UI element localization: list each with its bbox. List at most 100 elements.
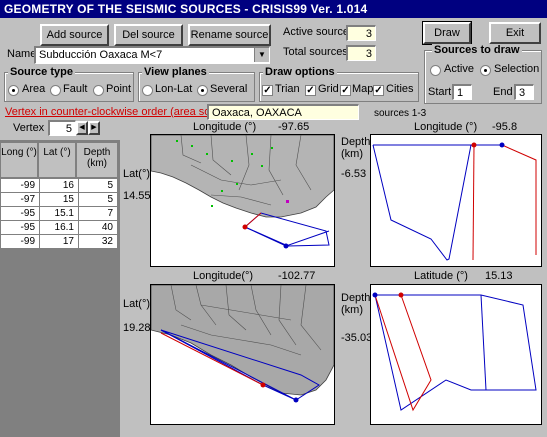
table-row[interactable]: -97 15 5 (0, 192, 118, 207)
depth-view-top-right[interactable] (370, 134, 542, 267)
vertex-label: Vertex (13, 122, 45, 134)
bottom-left-axis-title: Longitude(°) (193, 270, 254, 282)
radio-fault[interactable] (50, 85, 61, 96)
checkbox-grid[interactable]: ✓ (305, 85, 316, 96)
bottom-right-axis-value: 15.13 (485, 270, 513, 282)
cell-lat[interactable]: 17 (39, 234, 79, 249)
cell-lat[interactable]: 15.1 (39, 206, 79, 221)
radio-point[interactable] (93, 85, 104, 96)
radio-active[interactable] (430, 65, 441, 76)
vertex-table: Long (°) Lat (°) Depth (km) -99 16 5 -97 15… (0, 140, 120, 437)
top-left-axis-value: -97.65 (278, 121, 310, 133)
end-label: End (493, 86, 513, 98)
source-name-value: Subducción Oaxaca M<7 (39, 49, 163, 61)
total-sources-label: Total sources (283, 46, 348, 58)
checkbox-cities[interactable]: ✓ (373, 85, 384, 96)
top-left-side-label: Lat(°) (123, 168, 151, 180)
table-row[interactable]: -95 15.1 7 (0, 206, 118, 221)
map-svg-bottom (151, 285, 334, 403)
cell-lat[interactable]: 15 (39, 192, 79, 207)
depth-svg-bottom (372, 292, 537, 412)
vertex-rows: -99 16 5 -97 15 5 -95 15.1 7 -95 16.1 40 -99 17 32 (0, 178, 118, 249)
start-field[interactable]: 1 (452, 84, 472, 100)
depth-view-bottom-right[interactable] (370, 284, 542, 425)
radio-lon-lat-label: Lon-Lat (155, 83, 193, 95)
city-field: Oaxaca, OAXACA (207, 104, 359, 120)
end-field[interactable]: 3 (514, 84, 534, 100)
radio-area-label: Area (22, 83, 46, 95)
bottom-left-side-label: Lat(°) (123, 298, 151, 310)
checkbox-cities-label: Cities (386, 83, 414, 95)
top-left-side-value: 14.55 (123, 190, 151, 202)
cell-long[interactable]: -95 (0, 206, 40, 221)
checkbox-grid-label: Grid (318, 83, 339, 95)
table-row[interactable]: -99 16 5 (0, 178, 118, 193)
bottom-right-side-value: -35.03 (341, 332, 373, 344)
cell-long[interactable]: -97 (0, 192, 40, 207)
top-right-axis-title: Longitude (°) (414, 121, 478, 133)
top-right-side-label: Depth (km) (341, 136, 371, 160)
cell-depth[interactable]: 32 (78, 234, 118, 249)
checkbox-trian[interactable]: ✓ (262, 85, 273, 96)
cell-depth[interactable]: 40 (78, 220, 118, 235)
checkbox-trian-label: Trian (275, 83, 300, 95)
total-sources-field: 3 (346, 45, 376, 61)
source-name-select[interactable]: Subducción Oaxaca M<7 ▼ (34, 46, 270, 64)
draw-button[interactable]: Draw (422, 21, 472, 45)
vertex-next-button[interactable]: ▶ (88, 121, 100, 135)
col-header-long: Long (°) (0, 142, 38, 178)
add-source-button[interactable]: Add source (40, 24, 109, 46)
cell-depth[interactable]: 5 (78, 192, 118, 207)
name-label: Name (7, 48, 37, 60)
active-source-field[interactable]: 3 (346, 25, 376, 41)
sources-to-draw-title: Sources to draw (432, 44, 522, 56)
del-source-button[interactable]: Del source (114, 24, 183, 46)
draw-options-title: Draw options (263, 66, 337, 78)
bottom-right-side-label: Depth (km) (341, 292, 371, 316)
source-type-title: Source type (8, 66, 75, 78)
col-header-depth: Depth (km) (76, 142, 118, 178)
radio-selection[interactable] (480, 65, 491, 76)
cell-long[interactable]: -99 (0, 178, 40, 193)
cell-depth[interactable]: 5 (78, 178, 118, 193)
radio-active-label: Active (444, 63, 474, 75)
dropdown-arrow-icon[interactable]: ▼ (254, 48, 269, 62)
rename-source-button[interactable]: Rename source (188, 24, 271, 46)
map-view-bottom-left[interactable] (150, 284, 335, 425)
radio-selection-label: Selection (494, 63, 540, 75)
radio-lon-lat[interactable] (142, 85, 153, 96)
col-header-lat: Lat (°) (38, 142, 76, 178)
window-title: GEOMETRY OF THE SEISMIC SOURCES - CRISIS… (0, 0, 547, 18)
radio-several[interactable] (197, 85, 208, 96)
top-right-axis-value: -95.8 (492, 121, 518, 133)
depth-svg-top (372, 142, 537, 261)
checkbox-map-label: Map (352, 83, 374, 95)
vertex-field[interactable]: 5 (48, 120, 76, 136)
top-left-axis-title: Longitude (°) (193, 121, 257, 133)
cell-long[interactable]: -95 (0, 220, 40, 235)
cell-long[interactable]: -99 (0, 234, 40, 249)
radio-area[interactable] (8, 85, 19, 96)
vertex-prev-button[interactable]: ◀ (76, 121, 88, 135)
bottom-right-axis-title: Latitude (°) (414, 270, 468, 282)
cell-lat[interactable]: 16.1 (39, 220, 79, 235)
map-svg-top (151, 135, 334, 249)
radio-several-label: Several (210, 83, 248, 95)
radio-point-label: Point (106, 83, 132, 95)
vertex-order-warning: Vertex in counter-clockwise order (area … (5, 106, 236, 118)
bottom-left-axis-value: -102.77 (278, 270, 316, 282)
checkbox-map[interactable]: ✓ (340, 85, 351, 96)
view-planes-title: View planes (142, 66, 209, 78)
bottom-left-side-value: 19.28 (123, 322, 151, 334)
table-row[interactable]: -99 17 32 (0, 234, 118, 249)
table-row[interactable]: -95 16.1 40 (0, 220, 118, 235)
cell-lat[interactable]: 16 (39, 178, 79, 193)
top-right-side-value: -6.53 (341, 168, 367, 180)
map-view-top-left[interactable] (150, 134, 335, 267)
start-label: Start (428, 86, 452, 98)
sources-range-label: sources 1-3 (374, 108, 427, 119)
exit-button[interactable]: Exit (489, 22, 541, 44)
cell-depth[interactable]: 7 (78, 206, 118, 221)
active-source-label: Active source (283, 26, 350, 38)
radio-fault-label: Fault (63, 83, 88, 95)
